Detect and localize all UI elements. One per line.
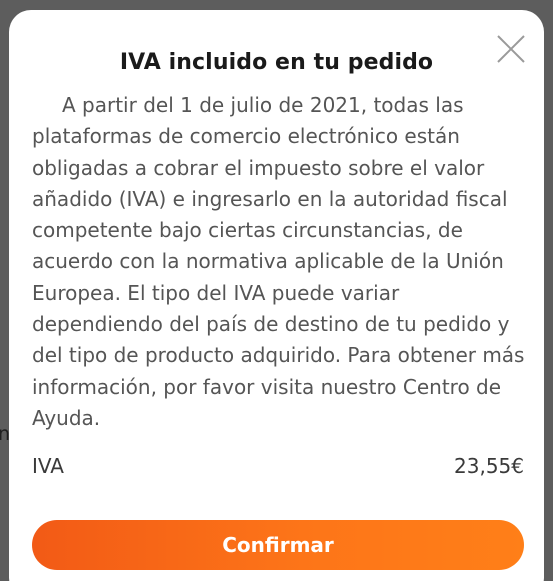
vat-description: A partir del 1 de julio de 2021, todas l… [32, 93, 525, 430]
vat-row: IVA 23,55€ [32, 454, 524, 478]
vat-label: IVA [32, 454, 64, 478]
close-button[interactable] [495, 33, 527, 65]
close-icon [497, 35, 525, 63]
confirm-button[interactable]: Confirmar [32, 520, 524, 570]
vat-info-dialog: IVA incluido en tu pedido A partir del 1… [9, 10, 544, 581]
vat-amount: 23,55€ [454, 454, 524, 478]
dialog-title: IVA incluido en tu pedido [119, 50, 434, 75]
